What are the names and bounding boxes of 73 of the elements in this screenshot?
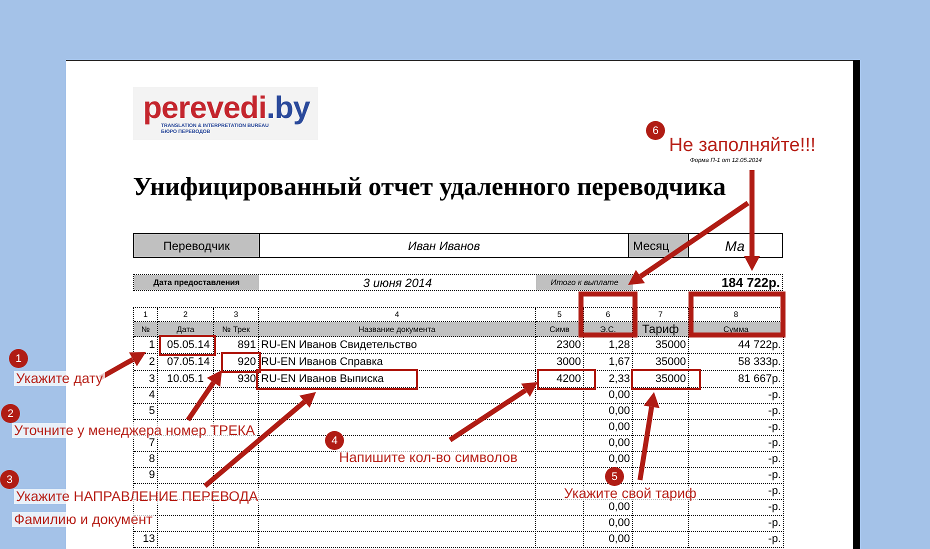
rate-cell: 0,00 — [608, 421, 630, 434]
annotation-text: Укажите свой тариф — [562, 486, 699, 501]
rate-cell: 0,00 — [608, 389, 630, 402]
highlight-frame — [159, 335, 216, 356]
highlight-frame — [537, 369, 596, 390]
row-number: 4 — [148, 389, 155, 402]
sum-cell: -р. — [768, 421, 781, 434]
column-header: № Трек — [214, 322, 259, 337]
annotation-text: Уточните у менеджера номер ТРЕКА — [12, 423, 258, 438]
sum-cell: -р. — [768, 501, 781, 514]
track-cell[interactable]: 930 — [238, 372, 256, 386]
track-cell[interactable]: 891 — [238, 338, 256, 352]
rate-cell: 2,33 — [608, 372, 630, 386]
date-cell[interactable]: 10.05.1 — [167, 372, 204, 386]
row-number: 3 — [148, 372, 155, 386]
annotation-text: Укажите НАПРАВЛЕНИЕ ПЕРЕВОДА — [14, 489, 260, 504]
row-number: 9 — [148, 469, 155, 482]
annotation-text: Напишите кол-во символов — [337, 450, 520, 465]
report-title: Унифицированный отчет удаленного переводчика — [133, 174, 726, 200]
annotation-text: Не заполняйте!!! — [668, 135, 817, 157]
rate-cell: 0,00 — [608, 517, 630, 530]
sum-cell: -р. — [768, 469, 781, 482]
track-cell[interactable]: 920 — [238, 356, 256, 368]
sum-cell: 44 722р. — [738, 338, 781, 352]
row-number: 1 — [148, 338, 155, 352]
step-badge: 3 — [0, 470, 19, 489]
row-number: 13 — [142, 533, 155, 546]
month-label: Месяц — [628, 234, 688, 257]
chars-cell[interactable]: 4200 — [556, 372, 581, 386]
rate-cell: 0,00 — [608, 405, 630, 418]
sum-cell: -р. — [768, 485, 781, 498]
rate-cell: 1,67 — [608, 356, 630, 368]
sum-cell: -р. — [768, 405, 781, 418]
column-header: Симв — [536, 322, 584, 337]
row-number: 2 — [148, 356, 155, 368]
translator-label: Переводчик — [134, 234, 259, 257]
sum-cell: -р. — [768, 517, 781, 530]
step-badge: 2 — [1, 404, 20, 423]
sum-cell: -р. — [768, 389, 781, 402]
date-label: Дата предоставления — [134, 275, 259, 290]
annotation-text: Фамилию и документ — [12, 512, 155, 527]
sum-cell: 58 333р. — [738, 356, 781, 368]
tariff-cell[interactable]: 35000 — [655, 338, 686, 352]
column-header: Название документа — [259, 322, 536, 337]
chars-cell[interactable]: 2300 — [556, 338, 581, 352]
rate-cell: 1,28 — [608, 338, 630, 352]
sum-cell: 81 667р. — [738, 372, 781, 386]
highlight-frame — [578, 292, 638, 338]
rate-cell: 0,00 — [608, 501, 630, 514]
sum-cell: -р. — [768, 453, 781, 466]
rate-cell: 0,00 — [608, 453, 630, 466]
document-cell[interactable]: RU-EN Иванов Справка — [261, 356, 383, 368]
step-badge: 1 — [9, 349, 28, 368]
tariff-cell[interactable]: 35000 — [655, 356, 686, 368]
column-header: № — [134, 322, 158, 337]
sum-cell: -р. — [768, 437, 781, 450]
tariff-cell[interactable]: 35000 — [655, 372, 686, 386]
chars-cell[interactable]: 3000 — [556, 356, 581, 368]
rate-cell: 0,00 — [608, 437, 630, 450]
row-number: 8 — [148, 453, 155, 466]
date-cell[interactable]: 07.05.14 — [167, 356, 210, 368]
total-value-cell-text: 184 722р. — [720, 275, 781, 290]
document-cell[interactable]: RU-EN Иванов Свидетельство — [261, 338, 418, 352]
row-number: 5 — [148, 405, 155, 418]
document-cell[interactable]: RU-EN Иванов Выписка — [261, 372, 384, 386]
sum-cell: -р. — [768, 533, 781, 546]
highlight-frame — [631, 369, 701, 390]
rate-cell: 0,00 — [608, 533, 630, 546]
total-label: Итого к выплате — [536, 275, 633, 290]
annotation-text: Укажите дату — [14, 371, 105, 386]
date-value-cell[interactable]: 3 июня 2014 — [259, 275, 536, 290]
date-cell[interactable]: 05.05.14 — [167, 338, 210, 352]
row-number: 7 — [148, 437, 155, 450]
